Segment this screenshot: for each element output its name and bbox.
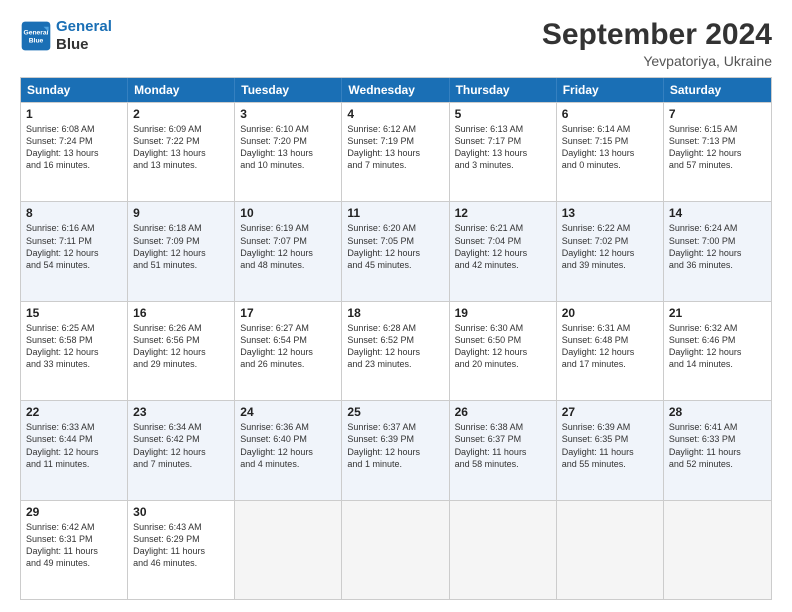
cal-week-0: 1Sunrise: 6:08 AMSunset: 7:24 PMDaylight… — [21, 102, 771, 201]
cal-cell-25: 25Sunrise: 6:37 AMSunset: 6:39 PMDayligh… — [342, 401, 449, 499]
cal-cell-9: 9Sunrise: 6:18 AMSunset: 7:09 PMDaylight… — [128, 202, 235, 300]
cal-cell-21: 21Sunrise: 6:32 AMSunset: 6:46 PMDayligh… — [664, 302, 771, 400]
header-day-thursday: Thursday — [450, 78, 557, 102]
cal-cell-28: 28Sunrise: 6:41 AMSunset: 6:33 PMDayligh… — [664, 401, 771, 499]
cal-cell-12: 12Sunrise: 6:21 AMSunset: 7:04 PMDayligh… — [450, 202, 557, 300]
cal-cell-26: 26Sunrise: 6:38 AMSunset: 6:37 PMDayligh… — [450, 401, 557, 499]
cal-cell-5: 5Sunrise: 6:13 AMSunset: 7:17 PMDaylight… — [450, 103, 557, 201]
cal-cell-18: 18Sunrise: 6:28 AMSunset: 6:52 PMDayligh… — [342, 302, 449, 400]
cal-cell-13: 13Sunrise: 6:22 AMSunset: 7:02 PMDayligh… — [557, 202, 664, 300]
cal-cell-30: 30Sunrise: 6:43 AMSunset: 6:29 PMDayligh… — [128, 501, 235, 599]
calendar-header: SundayMondayTuesdayWednesdayThursdayFrid… — [21, 78, 771, 102]
header-day-sunday: Sunday — [21, 78, 128, 102]
cal-cell-19: 19Sunrise: 6:30 AMSunset: 6:50 PMDayligh… — [450, 302, 557, 400]
cal-cell-22: 22Sunrise: 6:33 AMSunset: 6:44 PMDayligh… — [21, 401, 128, 499]
cal-cell-17: 17Sunrise: 6:27 AMSunset: 6:54 PMDayligh… — [235, 302, 342, 400]
cal-cell-7: 7Sunrise: 6:15 AMSunset: 7:13 PMDaylight… — [664, 103, 771, 201]
cal-cell-14: 14Sunrise: 6:24 AMSunset: 7:00 PMDayligh… — [664, 202, 771, 300]
header-day-saturday: Saturday — [664, 78, 771, 102]
logo: General Blue GeneralBlue — [20, 18, 112, 54]
logo-icon: General Blue — [20, 20, 52, 52]
cal-cell-empty-w4c4 — [450, 501, 557, 599]
header-day-friday: Friday — [557, 78, 664, 102]
cal-week-1: 8Sunrise: 6:16 AMSunset: 7:11 PMDaylight… — [21, 201, 771, 300]
logo-text: GeneralBlue — [56, 18, 112, 54]
cal-cell-empty-w4c6 — [664, 501, 771, 599]
cal-cell-1: 1Sunrise: 6:08 AMSunset: 7:24 PMDaylight… — [21, 103, 128, 201]
cal-cell-20: 20Sunrise: 6:31 AMSunset: 6:48 PMDayligh… — [557, 302, 664, 400]
cal-cell-29: 29Sunrise: 6:42 AMSunset: 6:31 PMDayligh… — [21, 501, 128, 599]
header-day-wednesday: Wednesday — [342, 78, 449, 102]
cal-cell-empty-w4c3 — [342, 501, 449, 599]
cal-cell-2: 2Sunrise: 6:09 AMSunset: 7:22 PMDaylight… — [128, 103, 235, 201]
cal-week-3: 22Sunrise: 6:33 AMSunset: 6:44 PMDayligh… — [21, 400, 771, 499]
cal-week-2: 15Sunrise: 6:25 AMSunset: 6:58 PMDayligh… — [21, 301, 771, 400]
cal-cell-4: 4Sunrise: 6:12 AMSunset: 7:19 PMDaylight… — [342, 103, 449, 201]
month-year: September 2024 — [542, 18, 772, 51]
header-day-monday: Monday — [128, 78, 235, 102]
location: Yevpatoriya, Ukraine — [542, 53, 772, 69]
svg-text:Blue: Blue — [29, 38, 44, 45]
cal-cell-11: 11Sunrise: 6:20 AMSunset: 7:05 PMDayligh… — [342, 202, 449, 300]
page: General Blue GeneralBlue September 2024 … — [0, 0, 792, 612]
cal-cell-27: 27Sunrise: 6:39 AMSunset: 6:35 PMDayligh… — [557, 401, 664, 499]
cal-cell-16: 16Sunrise: 6:26 AMSunset: 6:56 PMDayligh… — [128, 302, 235, 400]
svg-text:General: General — [23, 29, 48, 36]
cal-cell-6: 6Sunrise: 6:14 AMSunset: 7:15 PMDaylight… — [557, 103, 664, 201]
header-day-tuesday: Tuesday — [235, 78, 342, 102]
cal-cell-24: 24Sunrise: 6:36 AMSunset: 6:40 PMDayligh… — [235, 401, 342, 499]
cal-cell-empty-w4c2 — [235, 501, 342, 599]
calendar-body: 1Sunrise: 6:08 AMSunset: 7:24 PMDaylight… — [21, 102, 771, 599]
cal-cell-15: 15Sunrise: 6:25 AMSunset: 6:58 PMDayligh… — [21, 302, 128, 400]
title-block: September 2024 Yevpatoriya, Ukraine — [542, 18, 772, 69]
cal-cell-8: 8Sunrise: 6:16 AMSunset: 7:11 PMDaylight… — [21, 202, 128, 300]
cal-cell-23: 23Sunrise: 6:34 AMSunset: 6:42 PMDayligh… — [128, 401, 235, 499]
header: General Blue GeneralBlue September 2024 … — [20, 18, 772, 69]
cal-week-4: 29Sunrise: 6:42 AMSunset: 6:31 PMDayligh… — [21, 500, 771, 599]
calendar: SundayMondayTuesdayWednesdayThursdayFrid… — [20, 77, 772, 600]
cal-cell-3: 3Sunrise: 6:10 AMSunset: 7:20 PMDaylight… — [235, 103, 342, 201]
cal-cell-10: 10Sunrise: 6:19 AMSunset: 7:07 PMDayligh… — [235, 202, 342, 300]
cal-cell-empty-w4c5 — [557, 501, 664, 599]
